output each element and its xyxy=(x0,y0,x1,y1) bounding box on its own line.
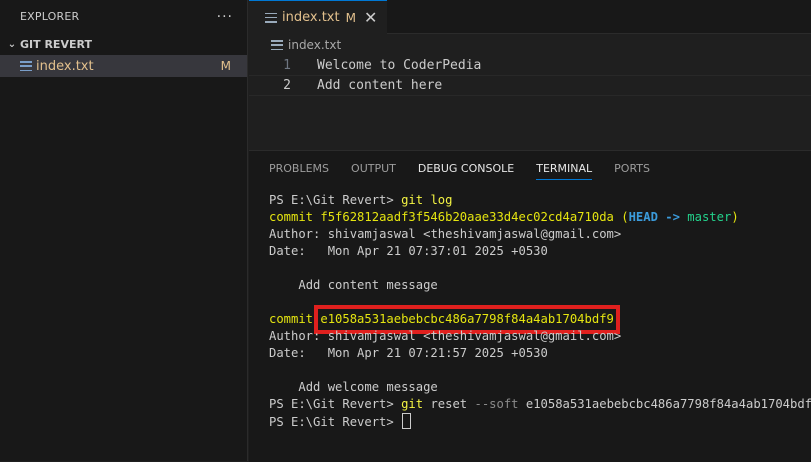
commit-message: Add welcome message xyxy=(298,380,438,394)
line-text[interactable]: Add content here xyxy=(317,78,442,93)
terminal-prompt: PS E:\Git Revert> xyxy=(269,415,394,429)
tab-index-txt[interactable]: index.txt M ✕ xyxy=(249,0,388,34)
commit-label: commit xyxy=(269,312,314,326)
terminal-output[interactable]: PS E:\Git Revert> git log commit f5f6281… xyxy=(249,185,811,431)
commit-date: Mon Apr 21 07:21:57 2025 +0530 xyxy=(327,346,548,360)
text-file-icon xyxy=(20,61,32,71)
editor-tabbar: index.txt M ✕ xyxy=(249,0,811,34)
breadcrumb-file[interactable]: index.txt xyxy=(288,38,341,52)
terminal-prompt: PS E:\Git Revert> xyxy=(269,397,394,411)
folder-git-revert[interactable]: ⌄ GIT REVERT xyxy=(0,33,247,55)
terminal-cursor[interactable] xyxy=(402,413,412,429)
commit-message: Add content message xyxy=(298,278,438,292)
line-number: 2 xyxy=(283,78,291,93)
breadcrumb[interactable]: index.txt xyxy=(249,34,811,56)
panel-tabbar: PROBLEMS OUTPUT DEBUG CONSOLE TERMINAL P… xyxy=(249,151,811,185)
commit-date: Mon Apr 21 07:37:01 2025 +0530 xyxy=(327,244,548,258)
editor-area: index.txt M ✕ index.txt 1 Welcome to Cod… xyxy=(249,0,811,150)
code-line-2[interactable]: 2 Add content here xyxy=(249,75,811,96)
tab-terminal[interactable]: TERMINAL xyxy=(536,156,593,180)
explorer-header: EXPLORER ··· xyxy=(0,0,247,33)
text-file-icon xyxy=(271,40,283,50)
folder-label: GIT REVERT xyxy=(20,37,92,51)
tab-status-badge: M xyxy=(345,10,356,25)
ref-arrow: -> xyxy=(665,210,680,224)
author-label: Author: xyxy=(269,227,321,241)
terminal-command: git log xyxy=(401,193,453,207)
close-icon[interactable]: ✕ xyxy=(364,9,377,26)
commit-hash: f5f62812aadf3f546b20aae33d4ec02cd4a710da xyxy=(320,210,614,224)
tab-label: index.txt xyxy=(282,10,340,25)
date-label: Date: xyxy=(269,346,306,360)
line-number: 1 xyxy=(283,58,291,73)
file-status-badge: M xyxy=(220,59,231,73)
commit-author: shivamjaswal <theshivamjaswal@gmail.com> xyxy=(327,329,622,343)
text-file-icon xyxy=(265,12,277,23)
highlighted-commit-hash: e1058a531aebebcbc486a7798f84a4ab1704bdf9 xyxy=(314,305,620,334)
terminal-prompt: PS E:\Git Revert> xyxy=(269,193,394,207)
code-line-1[interactable]: 1 Welcome to CoderPedia xyxy=(249,56,811,75)
bottom-panel: PROBLEMS OUTPUT DEBUG CONSOLE TERMINAL P… xyxy=(249,150,811,462)
line-text[interactable]: Welcome to CoderPedia xyxy=(317,58,481,73)
author-label: Author: xyxy=(269,329,321,343)
file-item-index-txt[interactable]: index.txt M xyxy=(0,55,247,77)
terminal-flag: --soft xyxy=(474,397,519,411)
commit-author: shivamjaswal <theshivamjaswal@gmail.com> xyxy=(327,227,622,241)
ellipsis-icon[interactable]: ··· xyxy=(217,9,233,25)
tab-output[interactable]: OUTPUT xyxy=(351,156,396,181)
terminal-subcommand: reset xyxy=(430,397,468,411)
date-label: Date: xyxy=(269,244,306,258)
branch-ref: master xyxy=(687,210,732,224)
tab-debug-console[interactable]: DEBUG CONSOLE xyxy=(418,156,514,181)
terminal-argument: e1058a531aebebcbc486a7798f84a4ab1704bdf9 xyxy=(525,397,811,411)
explorer-title: EXPLORER xyxy=(20,10,80,23)
tab-problems[interactable]: PROBLEMS xyxy=(269,156,329,181)
file-name: index.txt xyxy=(36,58,94,74)
head-ref: HEAD xyxy=(628,210,658,224)
chevron-down-icon: ⌄ xyxy=(7,38,17,50)
explorer-sidebar: EXPLORER ··· ⌄ GIT REVERT index.txt M xyxy=(0,0,248,461)
tab-ports[interactable]: PORTS xyxy=(614,156,650,181)
terminal-command: git xyxy=(401,397,424,411)
commit-label: commit xyxy=(269,210,314,224)
